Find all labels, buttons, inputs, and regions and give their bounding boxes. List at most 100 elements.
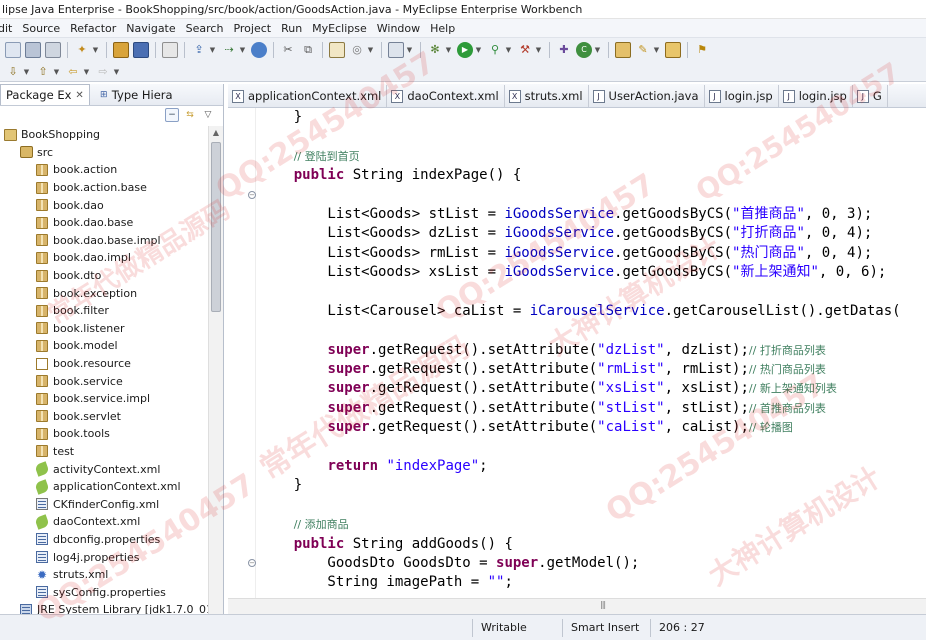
tree-item[interactable]: applicationContext.xml <box>0 478 208 496</box>
tree-item[interactable]: book.dao.base <box>0 214 208 232</box>
chevron-down-icon[interactable]: ▼ <box>367 46 374 54</box>
chevron-down-icon[interactable]: ▼ <box>92 46 99 54</box>
tree-item[interactable]: book.listener <box>0 320 208 338</box>
tree-item[interactable]: sysConfig.properties <box>0 583 208 601</box>
code-line[interactable]: super.getRequest().setAttribute("rmList"… <box>260 360 926 379</box>
editor-tab[interactable]: Jlogin.jsp <box>779 85 853 107</box>
code-line[interactable]: public String addGoods() { <box>260 535 926 554</box>
tree-item[interactable]: JRE System Library [jdk1.7.0_01] <box>0 601 208 614</box>
chevron-down-icon[interactable]: ▼ <box>23 68 30 76</box>
pin-icon[interactable]: ⚑ <box>694 42 710 58</box>
code-line[interactable]: // 添加商品 <box>260 515 926 534</box>
tree-item[interactable]: book.servlet <box>0 408 208 426</box>
tree-item[interactable]: book.dao.base.impl <box>0 232 208 250</box>
code-line[interactable]: String imagePath = ""; <box>260 573 926 592</box>
menu-refactor[interactable]: Refactor <box>65 22 121 35</box>
tree-item[interactable]: book.dao <box>0 196 208 214</box>
chevron-down-icon[interactable]: ▼ <box>209 46 216 54</box>
menu-source[interactable]: Source <box>17 22 65 35</box>
editor-tab[interactable]: XapplicationContext.xml <box>228 85 388 107</box>
chevron-down-icon[interactable]: ▼ <box>113 68 120 76</box>
new-class-icon[interactable]: C <box>576 42 592 58</box>
new-icon[interactable] <box>5 42 21 58</box>
open-type-icon[interactable] <box>615 42 631 58</box>
menu-myeclipse[interactable]: MyEclipse <box>307 22 372 35</box>
menu-edit[interactable]: dit <box>0 22 17 35</box>
wizard-icon[interactable]: ✦ <box>74 42 90 58</box>
tree-item[interactable]: book.tools <box>0 425 208 443</box>
external-tools-icon[interactable]: ⚒ <box>517 42 533 58</box>
chevron-down-icon[interactable]: ▼ <box>445 46 452 54</box>
tree-item[interactable]: test <box>0 443 208 461</box>
save-icon[interactable] <box>25 42 41 58</box>
code-line[interactable]: } <box>260 108 926 127</box>
code-line[interactable]: List<Goods> dzList = iGoodsService.getGo… <box>260 224 926 243</box>
editor-horizontal-scrollbar[interactable]: ||| <box>228 598 926 614</box>
scrollbar-thumb[interactable] <box>211 142 221 312</box>
code-line[interactable]: List<Goods> rmList = iGoodsService.getGo… <box>260 244 926 263</box>
tree-item[interactable]: daoContext.xml <box>0 513 208 531</box>
menu-search[interactable]: Search <box>181 22 229 35</box>
code-line[interactable]: public String indexPage() { <box>260 166 926 185</box>
tree-item[interactable]: book.service.impl <box>0 390 208 408</box>
debug-icon[interactable]: ✻ <box>427 42 443 58</box>
tree-item[interactable]: activityContext.xml <box>0 460 208 478</box>
tree-item[interactable]: src <box>0 144 208 162</box>
chevron-down-icon[interactable]: ▼ <box>83 68 90 76</box>
chevron-down-icon[interactable]: ▼ <box>239 46 246 54</box>
code-line[interactable]: // 登陆到首页 <box>260 147 926 166</box>
chevron-down-icon[interactable]: ▼ <box>653 46 660 54</box>
browser-icon[interactable] <box>388 42 404 58</box>
code-line[interactable]: super.getRequest().setAttribute("caList"… <box>260 418 926 437</box>
tree-item[interactable]: book.filter <box>0 302 208 320</box>
editor-tab[interactable]: J UserAction.java <box>589 85 705 107</box>
fold-toggle-icon[interactable]: − <box>248 191 256 199</box>
link-editor-icon[interactable]: ⇆ <box>183 108 197 122</box>
tree-item[interactable]: book.service <box>0 372 208 390</box>
tree-item[interactable]: book.dto <box>0 267 208 285</box>
code-line[interactable] <box>260 438 926 457</box>
previous-annotation-icon[interactable]: ⇧ <box>35 64 51 80</box>
code-line[interactable] <box>260 496 926 515</box>
next-annotation-icon[interactable]: ⇩ <box>5 64 21 80</box>
menu-project[interactable]: Project <box>228 22 276 35</box>
code-line[interactable]: List<Carousel> caList = iCarouselService… <box>260 302 926 321</box>
menu-run[interactable]: Run <box>276 22 307 35</box>
server-icon[interactable] <box>162 42 178 58</box>
scroll-grip-icon[interactable]: ||| <box>600 600 606 609</box>
chevron-down-icon[interactable]: ▼ <box>505 46 512 54</box>
tab-type-hierarchy[interactable]: ⊞ Type Hiera <box>90 84 179 105</box>
collapse-all-icon[interactable]: − <box>165 108 179 122</box>
tree-item[interactable]: CKfinderConfig.xml <box>0 495 208 513</box>
code-line[interactable]: List<Goods> xsList = iGoodsService.getGo… <box>260 263 926 282</box>
run-icon[interactable]: ▶ <box>457 42 473 58</box>
deploy-icon[interactable]: ⇪ <box>191 42 207 58</box>
tree-item[interactable]: log4j.properties <box>0 548 208 566</box>
fold-toggle-icon[interactable]: − <box>248 559 256 567</box>
chevron-down-icon[interactable]: ▼ <box>594 46 601 54</box>
tab-package-explorer[interactable]: Package Ex ✕ <box>0 84 90 105</box>
forward-arrow-icon[interactable]: ⇨ <box>95 64 111 80</box>
marker-icon[interactable]: ✎ <box>635 42 651 58</box>
code-line[interactable]: } <box>260 476 926 495</box>
tree-item[interactable]: book.dao.impl <box>0 249 208 267</box>
code-area[interactable]: − − } // 登陆到首页 public String indexPage()… <box>228 108 926 598</box>
menu-navigate[interactable]: Navigate <box>121 22 180 35</box>
scroll-up-icon[interactable]: ▲ <box>209 126 223 140</box>
code-line[interactable] <box>260 283 926 302</box>
globe-icon[interactable] <box>251 42 267 58</box>
package-box-icon[interactable] <box>113 42 129 58</box>
code-line[interactable]: super.getRequest().setAttribute("stList"… <box>260 399 926 418</box>
menu-help[interactable]: Help <box>425 22 460 35</box>
code-line[interactable] <box>260 127 926 146</box>
tree-vertical-scrollbar[interactable]: ▲ <box>208 126 223 614</box>
run-profile-icon[interactable]: ⚲ <box>487 42 503 58</box>
editor-tab[interactable]: XdaoContext.xml <box>387 85 505 107</box>
tree-item[interactable]: dbconfig.properties <box>0 531 208 549</box>
tree-item[interactable]: book.exception <box>0 284 208 302</box>
editor-tab[interactable]: Jlogin.jsp <box>705 85 779 107</box>
code-line[interactable] <box>260 186 926 205</box>
copy-icon[interactable]: ⧉ <box>300 42 316 58</box>
run-server-icon[interactable]: ⇢ <box>221 42 237 58</box>
chevron-down-icon[interactable]: ▼ <box>53 68 60 76</box>
